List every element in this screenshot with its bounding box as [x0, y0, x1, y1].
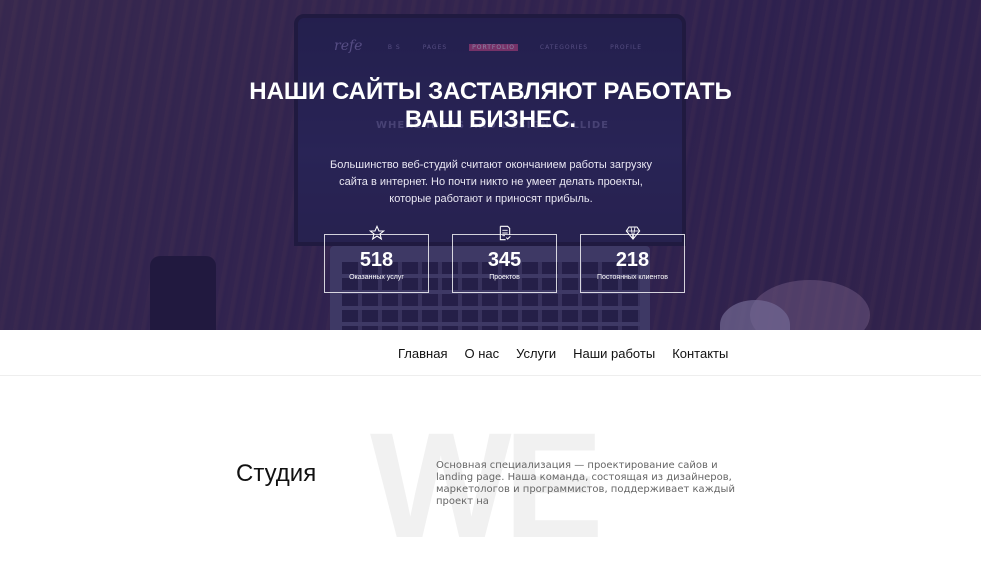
- stat-label: Проектов: [489, 274, 520, 281]
- stat-label: Постоянных клиентов: [596, 274, 669, 281]
- star-icon: [325, 224, 428, 245]
- stat-services: 518 Оказанных услуг: [324, 224, 429, 293]
- stat-value: 518: [359, 249, 394, 271]
- diamond-icon: [581, 225, 684, 245]
- nav-item-about[interactable]: О нас: [464, 346, 499, 361]
- nav-item-services[interactable]: Услуги: [516, 346, 556, 361]
- hero-title-line2: ВАШ БИЗНЕС.: [404, 106, 577, 133]
- hero-title: НАШИ САЙТЫ ЗАСТАВЛЯЮТ РАБОТАТЬ ВАШ БИЗНЕ…: [0, 78, 981, 134]
- main-nav: Главная О нас Услуги Наши работы Контакт…: [0, 330, 981, 376]
- nav-item-home[interactable]: Главная: [398, 346, 447, 361]
- stat-projects: 345 Проектов: [452, 225, 557, 293]
- nav-item-works[interactable]: Наши работы: [573, 346, 655, 361]
- hero-title-line1: НАШИ САЙТЫ ЗАСТАВЛЯЮТ РАБОТАТЬ: [249, 78, 732, 105]
- nav-menu: Главная О нас Услуги Наши работы Контакт…: [398, 346, 728, 361]
- hero-section: refe B SPAGESPORTFOLIOCATEGORIESPROFILE …: [0, 0, 981, 330]
- nav-item-contacts[interactable]: Контакты: [672, 346, 728, 361]
- hero-description: Большинство веб-студий считают окончание…: [330, 159, 652, 205]
- document-check-icon: [453, 225, 556, 245]
- stat-value: 218: [615, 249, 650, 271]
- studio-title: Студия: [236, 460, 317, 487]
- studio-description: Основная специализация — проектирование …: [436, 460, 735, 507]
- stat-clients: 218 Постоянных клиентов: [580, 226, 685, 293]
- stat-value: 345: [487, 249, 522, 271]
- stat-label: Оказанных услуг: [349, 274, 404, 281]
